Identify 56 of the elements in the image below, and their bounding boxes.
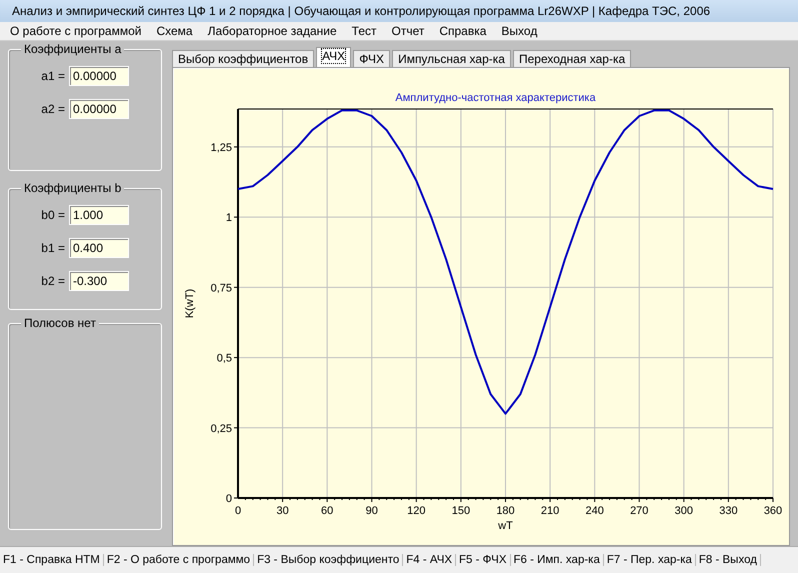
status-panel: F2 - О работе с программо: [104, 554, 254, 566]
x-tick-label: 330: [719, 505, 738, 517]
status-panel: F1 - Справка HTM: [0, 554, 104, 566]
x-tick-label: 180: [496, 505, 515, 517]
x-tick-label: 30: [276, 505, 289, 517]
y-tick-label: 0: [226, 493, 232, 505]
x-axis-label: wT: [498, 520, 513, 532]
tab[interactable]: Переходная хар-ка: [512, 50, 632, 67]
menu-item[interactable]: Справка: [439, 24, 486, 38]
status-panel: F3 - Выбор коэффициенто: [254, 554, 404, 566]
menu-item[interactable]: Выход: [501, 24, 538, 38]
input-field[interactable]: 0.400: [69, 238, 129, 258]
menu-item[interactable]: Тест: [352, 24, 376, 38]
field-label: a2 =: [40, 102, 65, 116]
input-field[interactable]: 0.00000: [69, 66, 129, 86]
x-tick-label: 270: [630, 505, 648, 517]
y-tick-label: 1,25: [210, 142, 232, 154]
input-field[interactable]: -0.300: [69, 271, 129, 291]
tab[interactable]: ФЧХ: [353, 50, 390, 67]
y-tick-label: 1: [226, 212, 232, 224]
input-field[interactable]: 0.00000: [69, 99, 129, 119]
input-field[interactable]: 1.000: [69, 205, 129, 225]
field-label: b2 =: [40, 274, 65, 288]
x-tick-label: 90: [366, 505, 378, 517]
status-panel: F5 - ФЧХ: [456, 554, 510, 566]
x-tick-label: 0: [234, 505, 242, 517]
x-tick-label: 150: [452, 505, 470, 517]
tab[interactable]: Выбор коэффициентов: [172, 50, 314, 67]
x-tick-label: 240: [585, 505, 604, 517]
group-title: Коэффициенты b: [21, 181, 124, 195]
x-tick-label: 360: [764, 505, 782, 517]
field-label: b0 =: [40, 208, 65, 222]
y-axis-label: K(wT): [184, 288, 196, 318]
x-tick-label: 120: [407, 505, 426, 517]
status-panel: F6 - Имп. хар-ка: [510, 554, 604, 566]
y-tick-label: 0,25: [210, 422, 232, 435]
chart-title: Амплитудно-частотная характеристика: [395, 92, 596, 104]
window-title: Анализ и эмпирический синтез ЦФ 1 и 2 порядка | Обучающая и контролирующая программа Lr26WXP | Кафедра ТЭС, 2006: [12, 4, 710, 18]
tab[interactable]: Импульсная хар-ка: [392, 50, 511, 67]
x-tick-label: 60: [321, 505, 334, 517]
status-panel: F4 - АЧХ: [403, 554, 456, 566]
field-label: a1 =: [40, 69, 65, 83]
status-panel: F7 - Пер. хар-ка: [604, 554, 696, 566]
menu-item[interactable]: Отчет: [391, 24, 424, 38]
group-title: Полюсов нет: [21, 316, 99, 330]
tab[interactable]: АЧХ: [316, 47, 352, 67]
field-label: b1 =: [40, 241, 65, 255]
x-tick-label: 210: [540, 505, 560, 517]
y-tick-label: 0,5: [216, 352, 232, 365]
menu-item[interactable]: Схема: [156, 24, 193, 38]
group-title: Коэффициенты a: [21, 42, 124, 56]
status-panel: F8 - Выход: [696, 554, 761, 566]
y-tick-label: 0,75: [210, 282, 232, 294]
x-tick-label: 300: [674, 505, 694, 517]
menu-item[interactable]: О работе с программой: [10, 24, 142, 38]
menu-item[interactable]: Лабораторное задание: [208, 24, 337, 38]
